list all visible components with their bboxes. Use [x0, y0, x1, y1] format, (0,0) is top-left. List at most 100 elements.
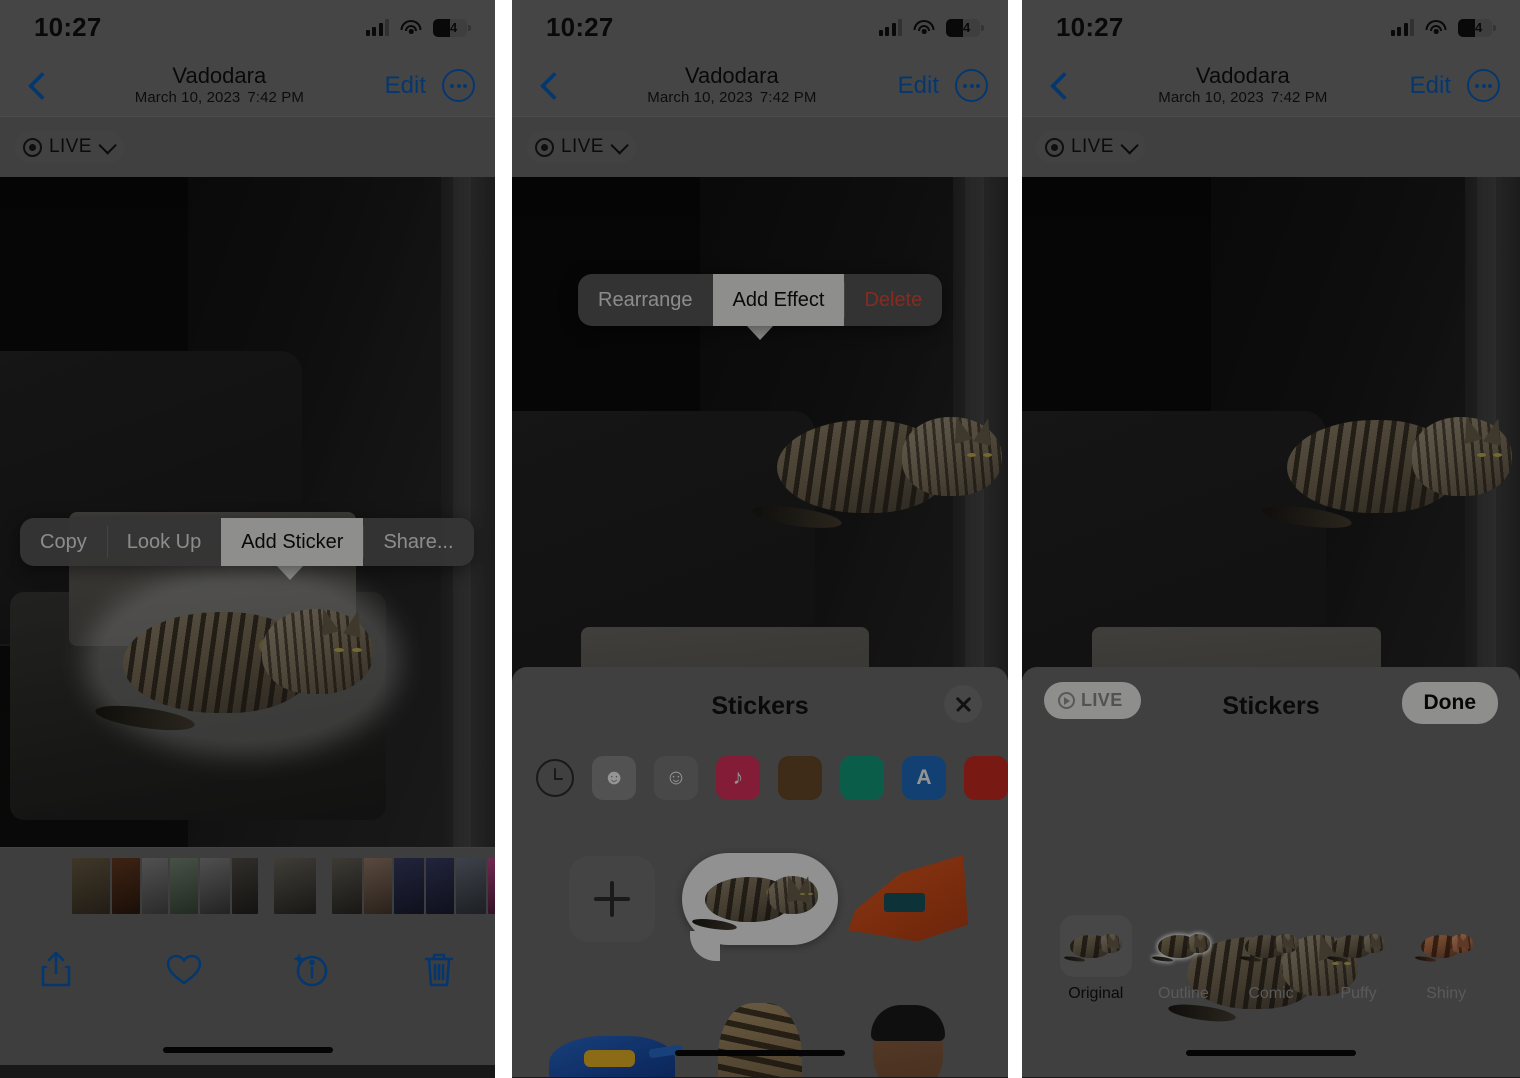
status-time: 10:27: [34, 12, 102, 42]
cat-subject[interactable]: [94, 585, 384, 737]
sheet-header: Stickers: [512, 667, 1008, 745]
photo-scene: [0, 177, 495, 847]
filmstrip-thumb[interactable]: [232, 857, 258, 914]
context-menu-pointer: [746, 325, 774, 340]
close-icon[interactable]: [944, 685, 982, 723]
app-icon-green[interactable]: [840, 756, 884, 800]
sticker-cat-selected[interactable]: [682, 853, 838, 961]
filmstrip-thumb[interactable]: [488, 857, 495, 914]
nav-actions: Edit: [898, 69, 988, 102]
edit-button[interactable]: Edit: [1410, 72, 1451, 100]
photo-date: March 10, 2023: [1158, 88, 1264, 106]
photo-canvas: LIVE Stickers Done Original Outline Comi…: [1022, 177, 1520, 1077]
sticker-effect-sheet: LIVE Stickers Done Original Outline Comi…: [1022, 667, 1520, 1077]
cat-thumb-art: [1151, 929, 1212, 963]
context-menu-item-share[interactable]: Share...: [363, 518, 473, 566]
photo-time: 7:42 PM: [759, 88, 817, 106]
effects-row: Original Outline Comic Puffy Shiny: [1022, 915, 1520, 1003]
filmstrip-thumb[interactable]: [426, 857, 454, 914]
effect-option-puffy[interactable]: Puffy: [1320, 915, 1398, 1003]
chevron-left-icon[interactable]: [532, 69, 566, 103]
app-icon-emoji[interactable]: ☺: [654, 756, 698, 800]
cat-sticker-art: [691, 865, 823, 933]
battery-level: 34: [1467, 20, 1483, 35]
effect-option-comic[interactable]: Comic: [1232, 915, 1310, 1003]
photo-timestamp: March 10, 2023 7:42 PM: [54, 89, 385, 107]
done-button[interactable]: Done: [1401, 682, 1498, 724]
live-toggle-label: LIVE: [1081, 690, 1123, 710]
context-menu-item-add-effect[interactable]: Add Effect: [712, 274, 845, 326]
context-menu-item-rearrange[interactable]: Rearrange: [578, 274, 713, 326]
sticker-app-row[interactable]: ☻ ☺ ♪ A: [512, 745, 1008, 807]
effect-option-shiny[interactable]: Shiny: [1407, 915, 1485, 1003]
live-photo-badge[interactable]: LIVE: [526, 131, 636, 163]
live-photo-badge[interactable]: LIVE: [1036, 131, 1146, 163]
home-indicator: [0, 1035, 495, 1065]
wifi-icon: [1425, 19, 1447, 36]
effect-label: Puffy: [1340, 985, 1377, 1002]
trash-icon[interactable]: [417, 947, 461, 991]
nav-bar: Vadodara March 10, 2023 7:42 PM Edit: [512, 55, 1008, 117]
context-menu-item-add-sticker[interactable]: Add Sticker: [221, 518, 364, 566]
sheet-title: Stickers: [711, 691, 809, 720]
cat-thumb-art: [1064, 929, 1125, 963]
info-sparkle-icon[interactable]: [289, 947, 333, 991]
nav-bar: Vadodara March 10, 2023 7:42 PM Edit: [1022, 55, 1520, 117]
app-icon-memoji[interactable]: ☻: [592, 756, 636, 800]
context-menu-item-look-up[interactable]: Look Up: [106, 518, 222, 566]
cellular-bars-icon: [365, 19, 389, 36]
share-icon[interactable]: [34, 947, 78, 991]
effect-thumb: [1147, 915, 1219, 977]
effect-option-original[interactable]: Original: [1057, 915, 1135, 1003]
live-label: LIVE: [49, 136, 92, 157]
effect-label: Comic: [1248, 985, 1294, 1002]
filmstrip-thumb[interactable]: [274, 857, 316, 914]
app-icon-brown[interactable]: [778, 756, 822, 800]
clock-icon[interactable]: [536, 759, 574, 797]
filmstrip[interactable]: [0, 847, 495, 923]
status-indicators: 34: [365, 18, 471, 37]
chevron-down-icon: [98, 135, 117, 155]
filmstrip-thumb[interactable]: [170, 857, 198, 914]
ellipsis-circle-icon[interactable]: [442, 69, 475, 102]
live-toggle-button[interactable]: LIVE: [1044, 682, 1141, 719]
photo-time: 7:42 PM: [1270, 88, 1328, 106]
stickers-sheet: Stickers ☻ ☺ ♪ A: [512, 667, 1008, 1077]
nav-actions: Edit: [1410, 69, 1500, 102]
context-menu-item-copy[interactable]: Copy: [20, 518, 107, 566]
nav-title-block: Vadodara March 10, 2023 7:42 PM: [54, 64, 385, 106]
live-row: LIVE: [1022, 117, 1520, 177]
app-icon-music[interactable]: ♪: [716, 756, 760, 800]
panel-divider: [1008, 0, 1022, 1078]
filmstrip-thumb[interactable]: [364, 857, 392, 914]
cat-subject: [751, 395, 1008, 535]
edit-button[interactable]: Edit: [385, 72, 426, 100]
photo-canvas[interactable]: Copy Look Up Add Sticker Share...: [0, 177, 495, 847]
nav-actions: Edit: [385, 69, 475, 102]
effect-option-outline[interactable]: Outline: [1144, 915, 1222, 1003]
chevron-down-icon: [1120, 135, 1139, 155]
filmstrip-thumb[interactable]: [200, 857, 230, 914]
chevron-left-icon[interactable]: [1042, 69, 1076, 103]
effect-thumb: [1410, 915, 1482, 977]
filmstrip-thumb[interactable]: [112, 857, 140, 914]
edit-button[interactable]: Edit: [898, 72, 939, 100]
ellipsis-circle-icon[interactable]: [955, 69, 988, 102]
app-icon-red[interactable]: [964, 756, 1008, 800]
filmstrip-thumb[interactable]: [142, 857, 168, 914]
filmstrip-thumb[interactable]: [456, 857, 486, 914]
filmstrip-thumb[interactable]: [332, 857, 362, 914]
context-menu-item-delete[interactable]: Delete: [844, 274, 942, 326]
cellular-bars-icon: [1390, 19, 1414, 36]
add-sticker-tile[interactable]: [569, 856, 655, 942]
filmstrip-thumb[interactable]: [394, 857, 424, 914]
sticker-orange-car[interactable]: [848, 854, 968, 942]
heart-icon[interactable]: [162, 947, 206, 991]
nav-title-block: Vadodara March 10, 2023 7:42 PM: [1076, 64, 1410, 106]
effect-thumb: [1059, 915, 1132, 977]
live-photo-badge[interactable]: LIVE: [14, 131, 124, 163]
app-icon-appstore[interactable]: A: [902, 756, 946, 800]
filmstrip-thumb[interactable]: [72, 857, 110, 914]
ellipsis-circle-icon[interactable]: [1467, 69, 1500, 102]
chevron-left-icon[interactable]: [20, 69, 54, 103]
